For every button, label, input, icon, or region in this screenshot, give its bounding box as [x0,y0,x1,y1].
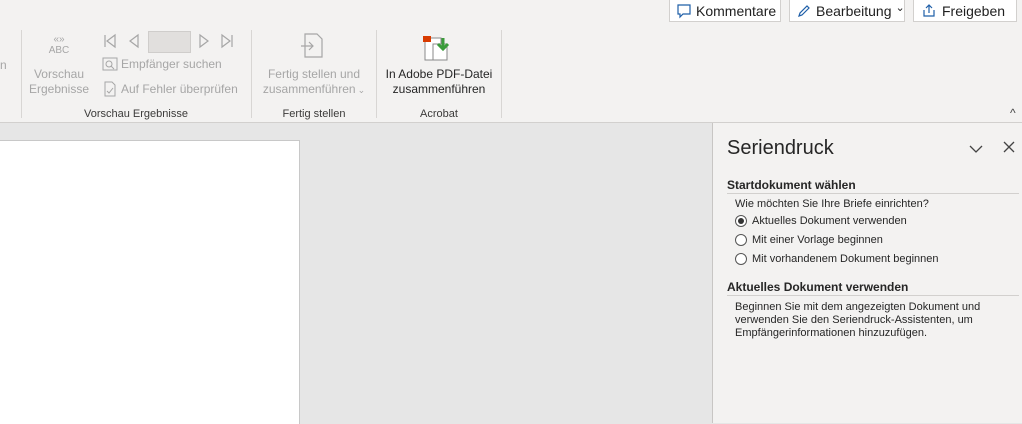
document-page[interactable] [0,140,300,424]
radio-label: Aktuelles Dokument verwenden [752,215,907,227]
previous-record-icon[interactable] [126,33,142,54]
preview-results-label: Vorschau Ergebnisse [28,67,90,96]
preview-abc-icon: «» ABC [48,34,70,56]
ribbon: Kommentare Bearbeitung ⌄ Freigeben n «» … [0,0,1022,123]
radio-option-current[interactable]: Aktuelles Dokument verwenden [735,215,907,227]
comments-label: Kommentare [696,2,777,19]
pdf-merge-icon [421,32,455,69]
adobe-pdf-merge-button[interactable]: In Adobe PDF-Datei zusammenführen [381,30,497,102]
finish-merge-button[interactable]: Fertig stellen und zusammenführen ⌄ [256,30,372,102]
find-recipient-label: Empfänger suchen [121,57,222,71]
group-separator [251,30,252,118]
radio-button[interactable] [735,234,747,246]
radio-button[interactable] [735,215,747,227]
adobe-pdf-merge-label: In Adobe PDF-Datei zusammenführen [385,67,493,96]
share-label: Freigeben [942,2,1006,19]
radio-option-existing[interactable]: Mit vorhandenem Dokument beginnen [735,253,939,265]
record-number-input[interactable] [148,31,191,53]
finish-merge-label: Fertig stellen und zusammenführen ⌄ [262,67,366,96]
pane-title: Seriendruck [727,137,834,159]
chevron-down-icon: ⌄ [895,2,905,14]
comment-icon [676,2,692,20]
check-errors-label: Auf Fehler überprüfen [121,82,238,96]
pane-options-icon[interactable] [969,141,983,159]
check-errors-button[interactable]: Auf Fehler überprüfen [102,81,238,97]
section-description: Beginnen Sie mit dem angezeigten Dokumen… [735,301,981,339]
check-errors-icon [102,81,118,97]
group-separator [376,30,377,118]
finish-merge-icon [299,32,327,69]
radio-option-template[interactable]: Mit einer Vorlage beginnen [735,234,883,246]
share-icon [920,2,938,20]
setup-question: Wie möchten Sie Ihre Briefe einrichten? [735,198,929,210]
last-record-icon[interactable] [219,33,235,54]
group-label-acrobat: Acrobat [420,108,458,120]
section-heading-current: Aktuelles Dokument verwenden [727,280,1019,296]
close-icon[interactable] [1003,140,1015,158]
radio-button[interactable] [735,253,747,265]
radio-label: Mit einer Vorlage beginnen [752,234,883,246]
group-label-finish: Fertig stellen [282,108,346,120]
find-recipient-icon [102,57,118,71]
radio-label: Mit vorhandenem Dokument beginnen [752,253,939,265]
next-record-icon[interactable] [196,33,212,54]
first-record-icon[interactable] [102,33,118,54]
editing-label: Bearbeitung [816,2,892,19]
mail-merge-pane: Seriendruck Startdokument wählen Wie möc… [712,123,1022,423]
editing-button[interactable]: Bearbeitung ⌄ [789,0,905,22]
group-separator [21,30,22,118]
pencil-icon [796,2,812,20]
group-label-preview: Vorschau Ergebnisse [84,108,188,120]
truncated-ribbon-label: n [0,58,7,72]
chevron-down-icon: ⌄ [357,85,366,95]
share-button[interactable]: Freigeben [913,0,1017,22]
comments-button[interactable]: Kommentare [669,0,781,22]
section-heading-start: Startdokument wählen [727,178,1019,194]
collapse-ribbon-icon[interactable]: ^ [1010,106,1016,120]
find-recipient-button[interactable]: Empfänger suchen [102,57,222,71]
preview-results-button[interactable]: «» ABC Vorschau Ergebnisse [26,30,92,102]
group-separator [501,30,502,118]
